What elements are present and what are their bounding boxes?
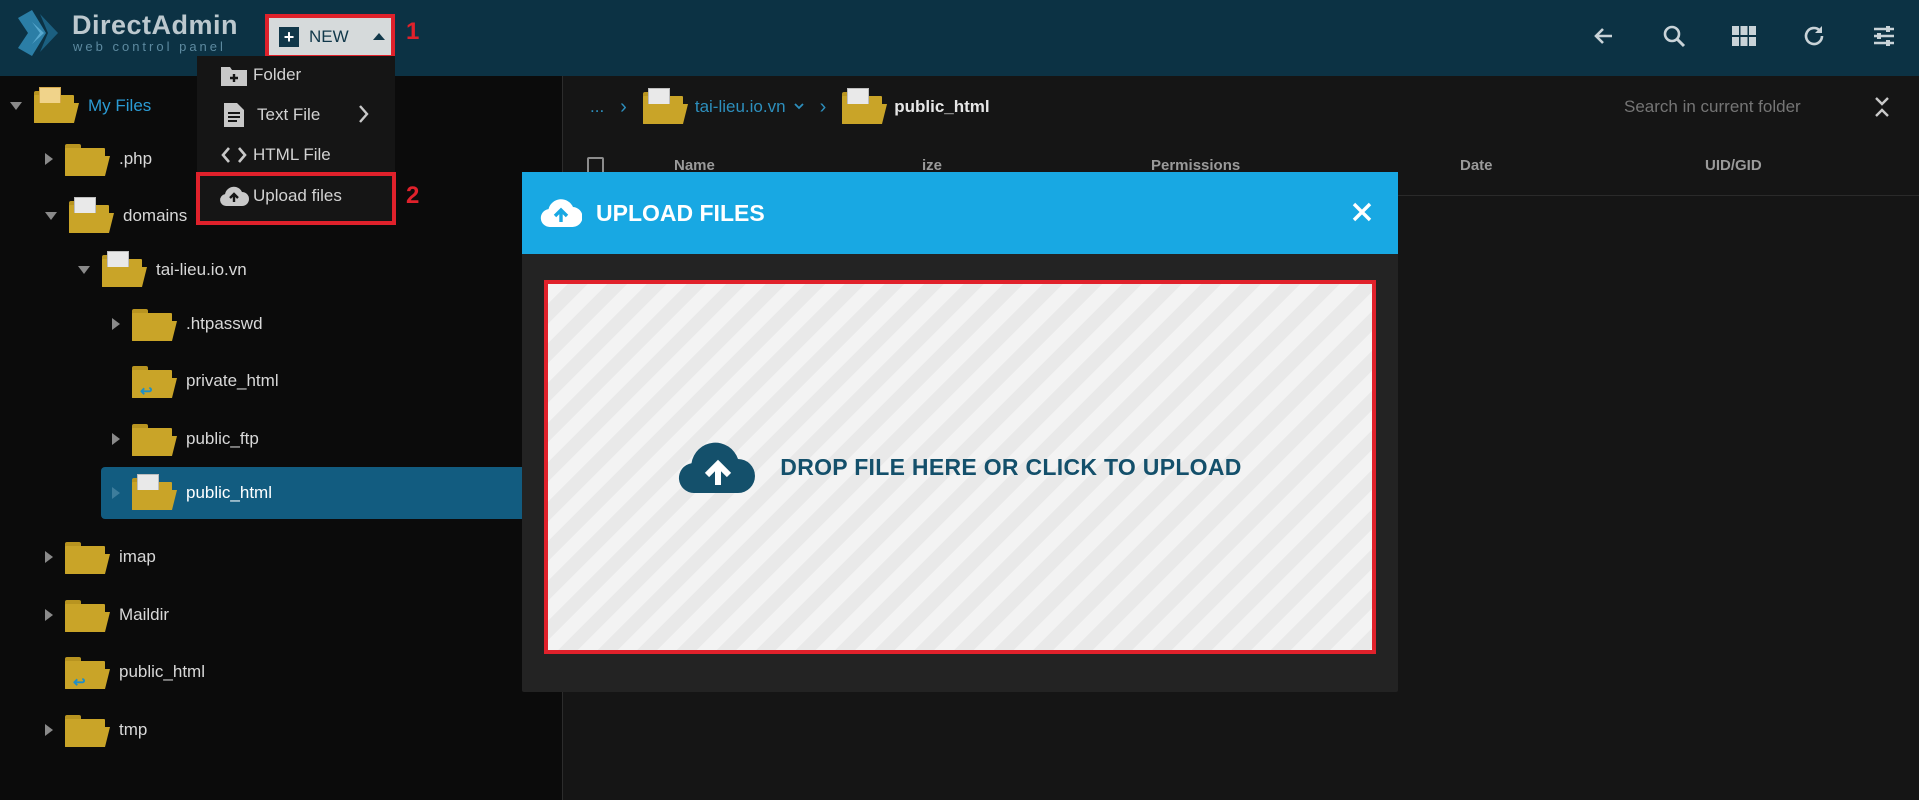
expand-arrow-icon[interactable] [112, 318, 120, 330]
tree-item-label: imap [119, 547, 156, 566]
refresh-icon[interactable] [1779, 18, 1849, 54]
tree-item[interactable]: domains [45, 192, 187, 240]
folder-icon [642, 88, 688, 124]
breadcrumb-current: public_html [894, 97, 990, 116]
file-dropzone[interactable]: DROP FILE HERE OR CLICK TO UPLOAD [544, 280, 1376, 654]
tree-item[interactable]: .htpasswd [112, 300, 263, 348]
step-number-1: 1 [406, 18, 420, 45]
grid-view-icon[interactable] [1709, 18, 1779, 54]
folder-icon [65, 540, 110, 574]
chevron-right-icon: › [620, 95, 627, 118]
expand-arrow-icon[interactable] [45, 724, 53, 736]
folder-add-icon [217, 64, 251, 86]
tree-item[interactable]: .php [45, 135, 152, 183]
menu-item-html-file[interactable]: HTML File [197, 136, 395, 174]
tree-item[interactable]: ↩ private_html [112, 357, 279, 405]
plus-icon: + [279, 26, 299, 47]
text-file-icon [217, 103, 251, 127]
step-number-2: 2 [406, 182, 420, 209]
cloud-upload-icon [540, 197, 582, 229]
tree-item-label: Maildir [119, 605, 170, 624]
expand-arrow-icon[interactable] [45, 551, 53, 563]
folder-icon [132, 307, 177, 341]
upload-files-modal: UPLOAD FILES DROP FILE HERE OR CLICK TO … [522, 172, 1398, 692]
tree-item[interactable]: ↩ public_html [45, 648, 205, 696]
tree-item-label: private_html [186, 371, 279, 390]
breadcrumb-ellipsis[interactable]: ... [590, 97, 604, 117]
expand-arrow-icon[interactable] [45, 212, 57, 220]
caret-up-icon [372, 33, 385, 40]
expand-arrow-icon[interactable] [45, 609, 53, 621]
folder-link-icon: ↩ [65, 655, 110, 691]
search-input[interactable] [1624, 92, 1854, 122]
menu-item-label: Text File [257, 105, 321, 124]
folder-icon [65, 598, 110, 632]
tree-item[interactable]: tai-lieu.io.vn [78, 246, 247, 294]
tree-item-label: tmp [119, 720, 148, 739]
cloud-upload-icon [217, 185, 251, 207]
tree-item-label: public_html [186, 483, 272, 502]
folder-icon [842, 88, 888, 124]
tree-item[interactable]: imap [45, 533, 156, 581]
menu-item-folder[interactable]: Folder [197, 56, 395, 94]
directadmin-logo-icon [18, 10, 58, 56]
expand-arrow-icon[interactable] [45, 153, 53, 165]
folder-icon [132, 474, 177, 510]
new-dropdown-menu: Folder Text File HTML File Upload files [197, 56, 395, 222]
logo[interactable]: DirectAdmin web control panel [18, 6, 248, 58]
folder-icon [65, 142, 110, 176]
menu-item-upload-files[interactable]: Upload files [197, 177, 395, 215]
tree-item-label: tai-lieu.io.vn [156, 260, 247, 279]
modal-header: UPLOAD FILES [522, 172, 1398, 254]
chevron-right-icon: › [819, 95, 827, 118]
tree-item[interactable]: tmp [45, 706, 147, 754]
breadcrumb-domain[interactable]: tai-lieu.io.vn [695, 97, 786, 117]
tree-item-label: public_html [119, 662, 205, 681]
cloud-upload-icon [678, 439, 758, 495]
top-toolbar [1569, 18, 1919, 54]
new-button-label: NEW [309, 26, 349, 46]
tree-item-label: domains [123, 206, 188, 225]
chevron-right-icon [359, 105, 369, 128]
tree-item-selected[interactable]: public_html [112, 469, 272, 517]
new-button[interactable]: + NEW [269, 18, 391, 55]
tree-item[interactable]: Maildir [45, 591, 169, 639]
dropzone-label: DROP FILE HERE OR CLICK TO UPLOAD [780, 453, 1242, 480]
settings-sliders-icon[interactable] [1849, 18, 1919, 54]
modal-title: UPLOAD FILES [596, 199, 765, 226]
menu-item-text-file[interactable]: Text File [197, 96, 395, 134]
menu-item-label: Upload files [253, 186, 342, 205]
tree-item-label: .htpasswd [186, 314, 263, 333]
code-icon [217, 146, 251, 164]
folder-icon [65, 713, 110, 747]
tree-item-my-files[interactable]: My Files [10, 82, 151, 130]
arrow-left-icon[interactable] [1569, 18, 1639, 54]
folder-link-icon: ↩ [132, 364, 177, 400]
tree-item-label: .php [119, 149, 153, 168]
tree-item-label: public_ftp [186, 429, 259, 448]
expand-arrow-icon[interactable] [10, 102, 22, 110]
column-header-date[interactable]: Date [1460, 157, 1493, 174]
brand-tagline: web control panel [73, 39, 226, 54]
folder-icon [69, 197, 114, 233]
search-icon[interactable] [1639, 18, 1709, 54]
chevron-down-icon[interactable] [793, 98, 804, 116]
tree-item-label: My Files [88, 96, 152, 115]
folder-icon [102, 251, 147, 287]
expand-arrow-icon[interactable] [112, 433, 120, 445]
menu-item-label: Folder [253, 65, 302, 84]
column-header-uid-gid[interactable]: UID/GID [1705, 157, 1762, 174]
folder-icon [132, 422, 177, 456]
expand-arrow-icon[interactable] [78, 266, 90, 274]
brand-name: DirectAdmin [72, 10, 239, 40]
collapse-icon[interactable] [1874, 96, 1890, 123]
menu-item-label: HTML File [253, 145, 331, 164]
tree-item[interactable]: public_ftp [112, 415, 259, 463]
close-icon[interactable] [1348, 198, 1376, 226]
breadcrumb: ... › tai-lieu.io.vn › public_html [564, 76, 1919, 138]
expand-arrow-icon[interactable] [112, 487, 120, 499]
folder-icon [34, 87, 79, 123]
